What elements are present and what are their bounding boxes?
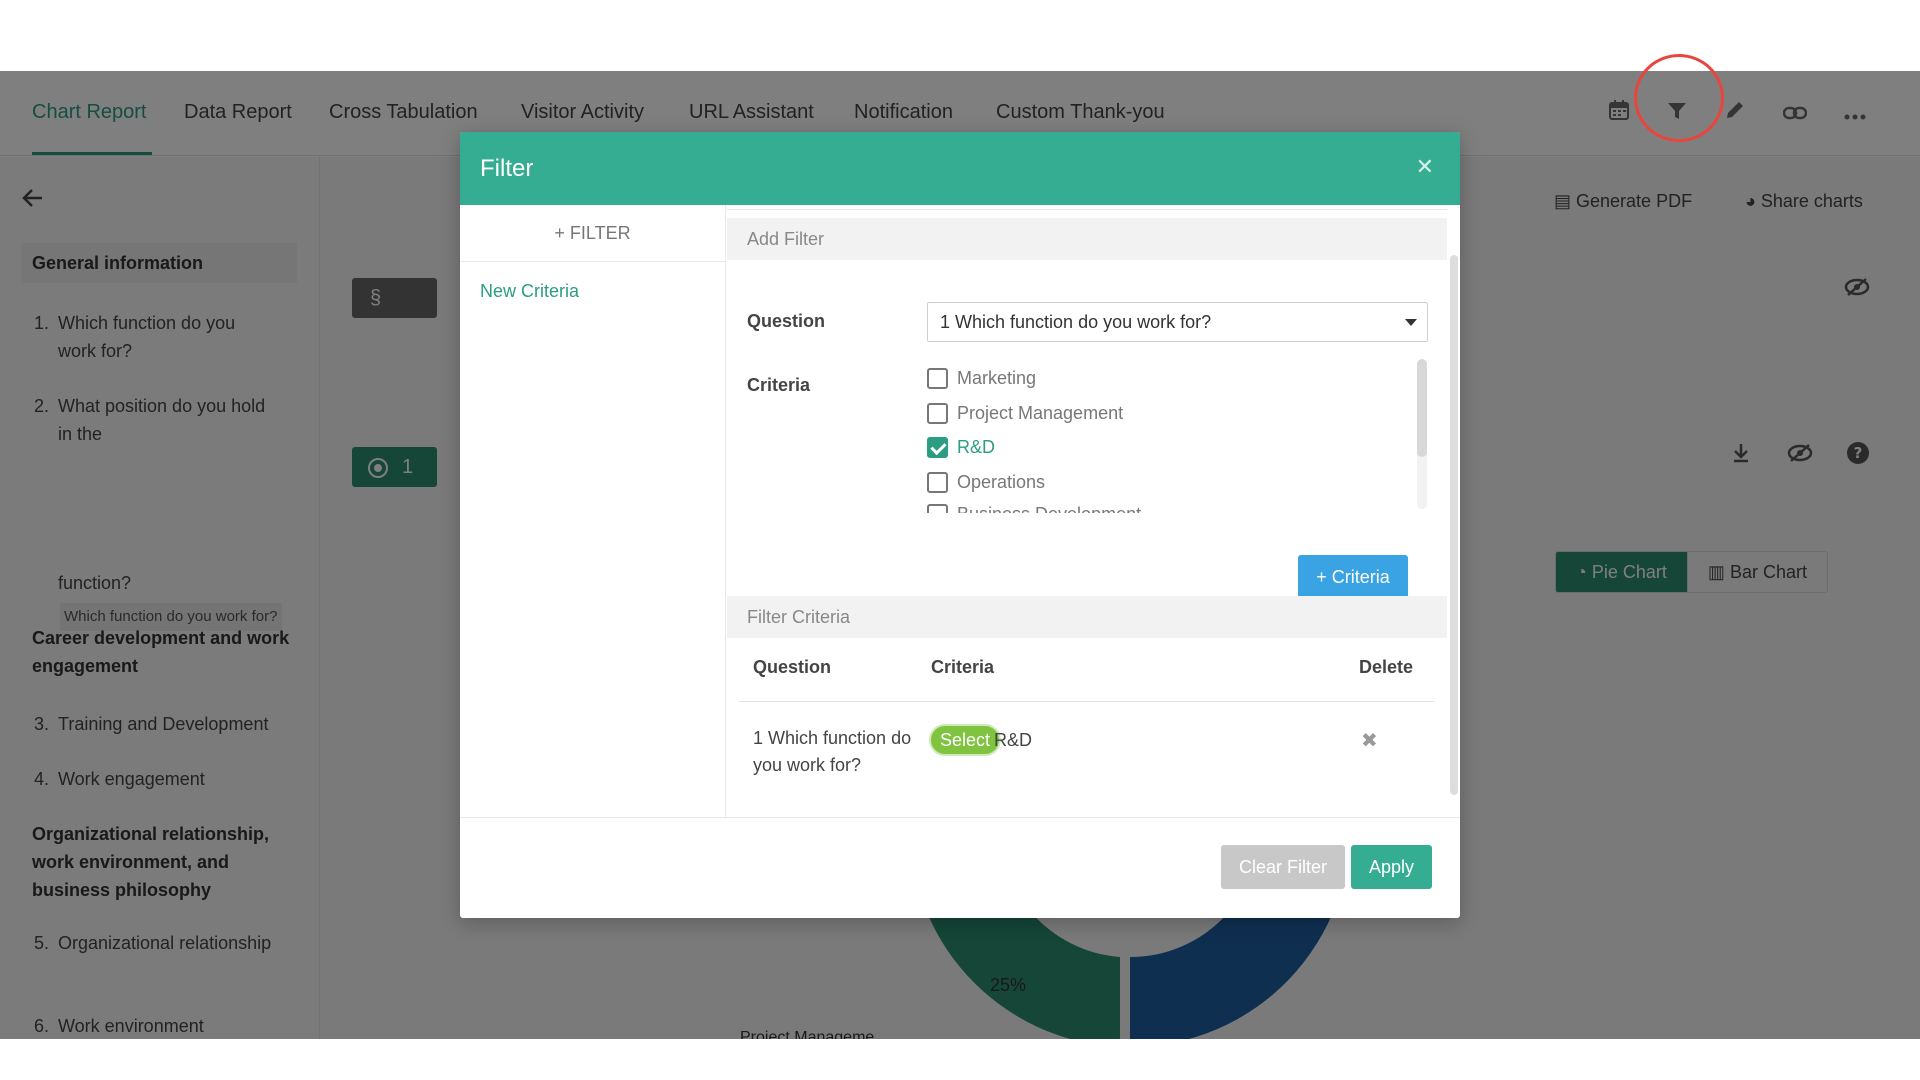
modal-footer: Clear Filter Apply xyxy=(460,817,1460,918)
close-icon[interactable]: ✕ xyxy=(1416,154,1434,180)
criteria-scrollbar[interactable] xyxy=(1417,359,1427,457)
row-criteria-value: R&D xyxy=(994,730,1033,750)
column-header-question: Question xyxy=(753,657,832,677)
modal-header: Filter ✕ xyxy=(460,132,1460,205)
caret-down-icon xyxy=(1405,319,1417,326)
select-badge: Select xyxy=(929,724,1002,756)
apply-button[interactable]: Apply xyxy=(1351,845,1432,889)
highlight-circle xyxy=(1634,54,1724,142)
filter-criteria-header: Filter Criteria xyxy=(727,596,1447,638)
new-criteria-item[interactable]: New Criteria xyxy=(480,281,579,302)
clear-filter-button[interactable]: Clear Filter xyxy=(1221,845,1345,889)
criteria-option-project-management[interactable]: Project Management xyxy=(927,398,1123,428)
criteria-label: Criteria xyxy=(747,375,811,395)
row-question: 1 Which function do you work for? xyxy=(753,728,912,775)
checkbox[interactable] xyxy=(927,471,948,493)
modal-title: Filter xyxy=(480,155,534,182)
criteria-option-operations[interactable]: Operations xyxy=(927,467,1045,497)
panel-scrollbar[interactable] xyxy=(1450,255,1458,795)
add-criteria-button[interactable]: + Criteria xyxy=(1298,555,1408,599)
filter-editor-panel: Add Filter Question 1 Which function do … xyxy=(727,205,1460,817)
column-header-delete: Delete xyxy=(1359,657,1414,677)
delete-icon[interactable]: ✖ xyxy=(1361,728,1378,753)
filter-list-panel: + FILTER New Criteria xyxy=(460,205,726,817)
criteria-option-label: R&D xyxy=(957,436,996,457)
checkbox-checked[interactable] xyxy=(927,436,948,458)
criteria-option-label: Operations xyxy=(957,471,1046,492)
criteria-option-label: Business Development xyxy=(957,504,1141,514)
divider xyxy=(727,209,1447,210)
criteria-option-rd[interactable]: R&D xyxy=(927,432,995,462)
criteria-option-marketing[interactable]: Marketing xyxy=(927,363,1036,393)
criteria-option-label: Marketing xyxy=(957,367,1037,388)
column-header-criteria: Criteria xyxy=(931,657,995,677)
criteria-option-business-development[interactable]: Business Development xyxy=(927,499,1141,513)
question-select-value: 1 Which function do you work for? xyxy=(940,312,1212,332)
checkbox[interactable] xyxy=(927,402,948,424)
checkbox[interactable] xyxy=(927,367,948,389)
question-label: Question xyxy=(747,311,826,331)
question-select[interactable]: 1 Which function do you work for? xyxy=(927,302,1428,342)
table-divider xyxy=(739,701,1435,702)
criteria-options: Marketing Project Management R&D Operati… xyxy=(927,359,1447,513)
criteria-option-label: Project Management xyxy=(957,402,1124,423)
add-filter-header: Add Filter xyxy=(727,218,1447,260)
add-filter-button[interactable]: + FILTER xyxy=(460,205,725,262)
filter-modal: Filter ✕ + FILTER New Criteria Add Filte… xyxy=(460,132,1460,918)
checkbox[interactable] xyxy=(927,503,948,513)
